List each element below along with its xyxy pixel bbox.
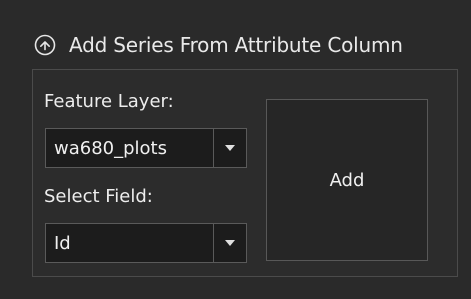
feature-layer-label: Feature Layer: bbox=[44, 91, 174, 112]
dropdown-arrow-icon[interactable] bbox=[214, 224, 246, 262]
dropdown-arrow-icon[interactable] bbox=[214, 129, 246, 167]
feature-layer-dropdown[interactable]: wa680_plots bbox=[45, 128, 247, 168]
select-field-value: Id bbox=[46, 224, 214, 262]
add-series-panel: Add Series From Attribute Column Feature… bbox=[0, 0, 471, 299]
chevron-up-circle-icon[interactable] bbox=[34, 34, 56, 56]
section-title: Add Series From Attribute Column bbox=[69, 33, 403, 57]
section-header[interactable]: Add Series From Attribute Column bbox=[34, 30, 403, 60]
select-field-dropdown[interactable]: Id bbox=[45, 223, 247, 263]
feature-layer-value: wa680_plots bbox=[46, 129, 214, 167]
add-button[interactable]: Add bbox=[266, 99, 428, 261]
select-field-label: Select Field: bbox=[44, 186, 153, 207]
